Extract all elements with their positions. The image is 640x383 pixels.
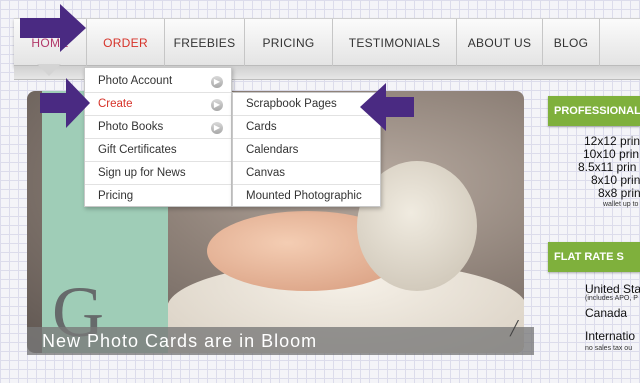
chevron-right-icon: ▶ — [211, 99, 223, 111]
shipping-international: Internatio — [585, 329, 636, 343]
create-submenu: Scrapbook Pages Cards Calendars Canvas M… — [232, 92, 381, 207]
print-size-3: 8.5x11 prin — [578, 160, 637, 174]
nav-about-us[interactable]: ABOUT US — [457, 19, 543, 67]
menu-item-photo-books[interactable]: Photo Books ▶ — [85, 116, 231, 139]
submenu-item-mounted-photographic[interactable]: Mounted Photographic — [233, 185, 380, 208]
arrow-right-icon — [40, 78, 90, 128]
shipping-international-note: no sales tax ou — [585, 345, 633, 352]
nav-freebies[interactable]: FREEBIES — [165, 19, 245, 67]
submenu-item-label: Cards — [246, 121, 277, 133]
main-nav: HOME ORDER FREEBIES PRICING TESTIMONIALS… — [14, 18, 640, 67]
submenu-item-canvas[interactable]: Canvas — [233, 162, 380, 185]
arrow-left-icon — [360, 83, 414, 131]
menu-item-pricing[interactable]: Pricing — [85, 185, 231, 208]
shipping-us-note: (includes APO, P — [585, 295, 638, 302]
print-size-4: 8x10 prin — [591, 173, 640, 187]
shipping-us: United Sta — [585, 282, 640, 296]
menu-item-label: Photo Books — [98, 121, 164, 133]
menu-item-photo-account[interactable]: Photo Account ▶ — [85, 70, 231, 93]
nav-testimonials[interactable]: TESTIMONIALS — [333, 19, 457, 67]
wallet-note: wallet up to — [603, 201, 639, 208]
menu-item-label: Photo Account — [98, 75, 173, 87]
menu-item-label: Pricing — [98, 190, 134, 202]
arrow-right-icon — [20, 4, 86, 52]
submenu-item-label: Mounted Photographic — [246, 190, 362, 202]
submenu-item-calendars[interactable]: Calendars — [233, 139, 380, 162]
hero-caption: New Photo Cards are in Bloom — [27, 327, 534, 355]
print-size-2: 10x10 prin — [583, 147, 640, 161]
print-size-5: 8x8 prin — [598, 186, 640, 200]
submenu-item-cards[interactable]: Cards — [233, 116, 380, 139]
menu-item-label: Create — [98, 98, 133, 110]
menu-item-create[interactable]: Create ▶ — [85, 93, 231, 116]
nav-order[interactable]: ORDER — [87, 19, 165, 67]
sidebar: PROFESSIONAL 12x12 prin 10x10 prin 8.5x1… — [530, 90, 640, 383]
submenu-item-label: Canvas — [246, 167, 285, 179]
menu-item-label: Sign up for News — [98, 167, 186, 179]
shipping-canada: Canada — [585, 306, 628, 320]
menu-item-label: Gift Certificates — [98, 144, 177, 156]
submenu-item-scrapbook-pages[interactable]: Scrapbook Pages — [233, 93, 380, 116]
professional-ribbon: PROFESSIONAL — [548, 96, 640, 126]
nav-pointer-icon — [37, 64, 61, 76]
flat-rate-ribbon: FLAT RATE S — [548, 242, 640, 272]
chevron-right-icon: ▶ — [211, 76, 223, 88]
menu-item-gift-certificates[interactable]: Gift Certificates — [85, 139, 231, 162]
nav-blog[interactable]: BLOG — [543, 19, 600, 67]
submenu-item-label: Scrapbook Pages — [246, 98, 337, 110]
order-dropdown-menu: Photo Account ▶ Create ▶ Photo Books ▶ Gift… — [84, 67, 232, 207]
nav-pricing[interactable]: PRICING — [245, 19, 333, 67]
submenu-item-label: Calendars — [246, 144, 299, 156]
chevron-right-icon: ▶ — [211, 122, 223, 134]
print-size-1: 12x12 prin — [584, 134, 640, 148]
menu-item-sign-up-news[interactable]: Sign up for News — [85, 162, 231, 185]
slash-icon: ╱ — [510, 320, 519, 336]
